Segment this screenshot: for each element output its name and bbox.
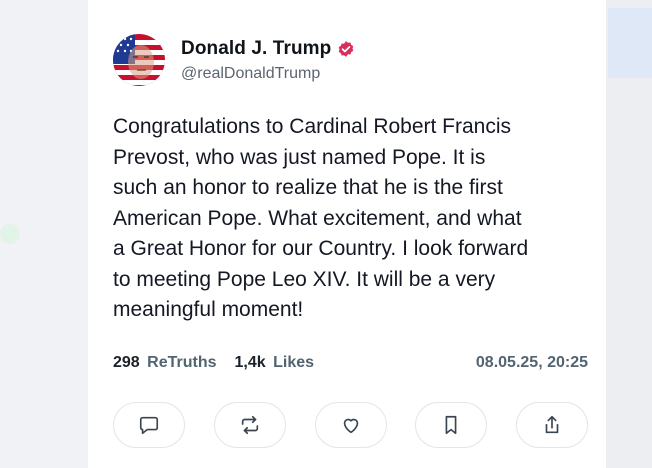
verified-badge-icon [337, 40, 355, 58]
retruths-label: ReTruths [147, 354, 217, 371]
avatar[interactable] [113, 34, 165, 86]
author-identity: Donald J. Trump @realDonaldTrump [181, 38, 355, 83]
name-row: Donald J. Trump [181, 38, 355, 60]
likes-label: Likes [273, 354, 315, 371]
retruths-count: 298 [113, 354, 140, 371]
heart-icon [343, 418, 358, 434]
share-button[interactable] [516, 402, 588, 448]
avatar-image [113, 34, 165, 86]
retruths-stat[interactable]: 298 ReTruths [113, 354, 217, 372]
post-card: Donald J. Trump @realDonaldTrump Congrat… [88, 0, 606, 468]
like-button[interactable] [314, 402, 387, 448]
share-icon [545, 415, 559, 434]
action-bar [113, 402, 588, 448]
likes-stat[interactable]: 1,4k Likes [235, 354, 315, 372]
post-text: Congratulations to Cardinal Robert Franc… [113, 115, 529, 321]
retruth-button[interactable] [213, 402, 286, 448]
author-handle[interactable]: @realDonaldTrump [181, 65, 355, 83]
post-timestamp[interactable]: 08.05.25, 20:25 [476, 354, 588, 372]
background-circle [0, 224, 20, 244]
author-name[interactable]: Donald J. Trump [181, 38, 331, 60]
likes-count: 1,4k [234, 354, 266, 371]
post-header: Donald J. Trump @realDonaldTrump [113, 34, 355, 86]
comment-icon [139, 416, 159, 435]
reply-button[interactable] [113, 402, 185, 448]
bookmark-button[interactable] [415, 402, 488, 448]
post-stats: 298 ReTruths 1,4k Likes 08.05.25, 20:25 [113, 354, 588, 372]
repost-icon [241, 415, 258, 435]
background-blue-block [608, 8, 652, 78]
bookmark-icon [445, 415, 457, 435]
